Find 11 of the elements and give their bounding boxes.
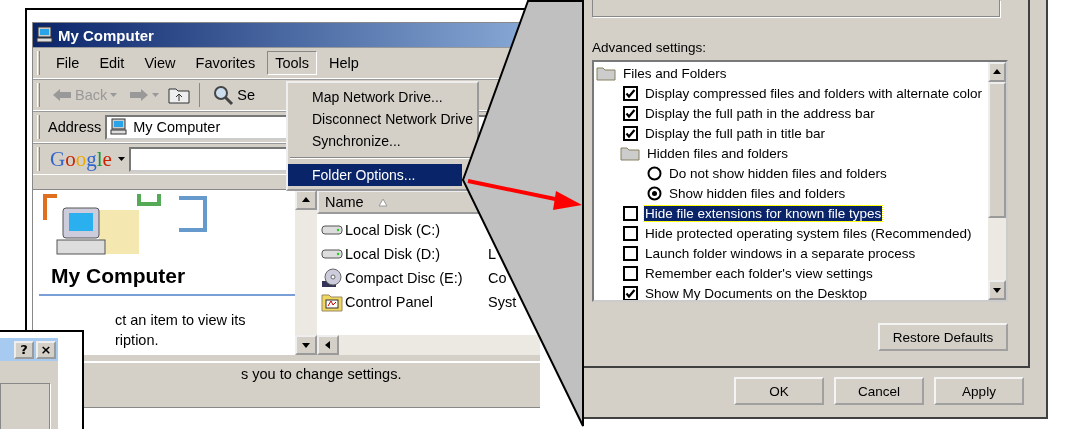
window-title: My Computer (58, 26, 154, 44)
settings-label: Advanced settings: (592, 40, 708, 55)
file-name: Compact Disc (E:) (345, 270, 464, 286)
file-name: Control Panel (345, 294, 434, 310)
address-label: Address (48, 119, 102, 135)
file-type: L (488, 246, 497, 262)
file-name: Local Disk (D:) (345, 246, 442, 262)
file-name: Local Disk (C:) (345, 222, 442, 238)
file-type: Co (488, 270, 507, 286)
pane-description: ct an item to view its ription. (114, 311, 247, 350)
file-type: Syst (488, 294, 517, 310)
